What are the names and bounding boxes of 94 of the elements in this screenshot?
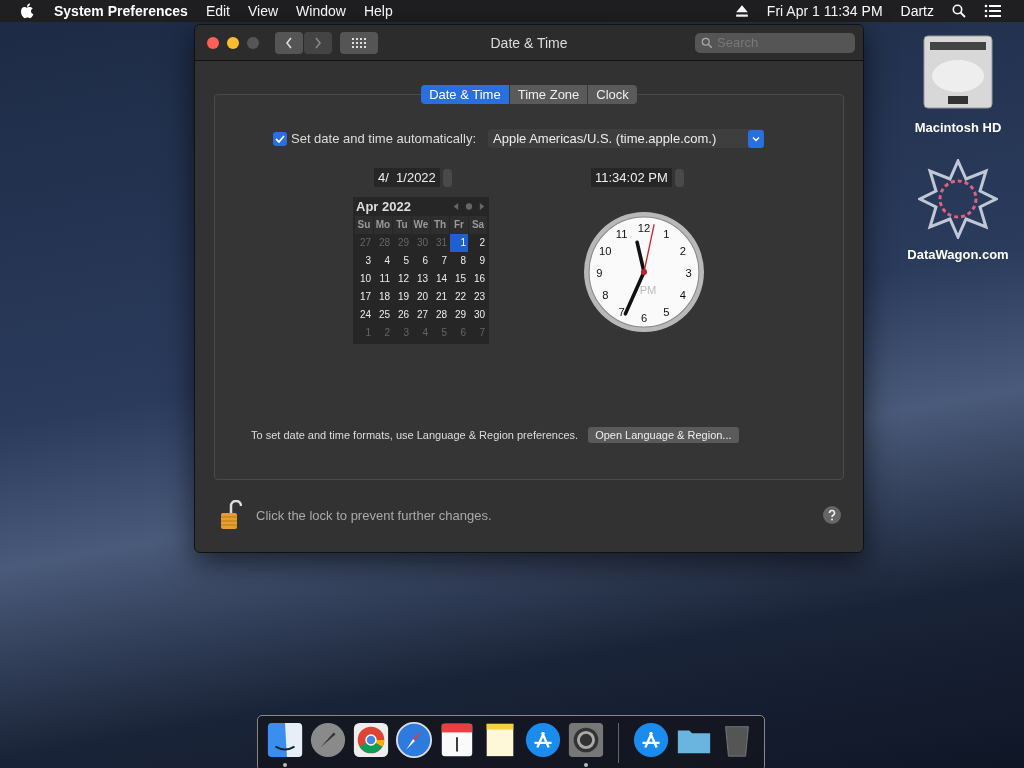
back-button[interactable] [275,31,303,54]
meridiem-label: PM [639,284,657,297]
star-emblem-icon[interactable] [918,159,998,239]
calendar-day[interactable]: 30 [469,306,487,324]
menu-bar-clock[interactable]: Fri Apr 1 11:34 PM [766,3,883,19]
chevron-left-icon [284,35,294,50]
clock-numeral: 12 [637,222,651,235]
list-icon[interactable] [984,4,1002,18]
chevron-right-icon [313,35,323,50]
eject-icon[interactable] [734,4,749,18]
calendar-day[interactable]: 9 [469,252,487,270]
calendar-day[interactable]: 23 [469,288,487,306]
clock-numeral: 1 [663,228,670,241]
apple-logo-icon[interactable] [20,3,34,19]
smiling-face-icon[interactable] [266,721,304,759]
calendar-day[interactable]: 21 [431,288,449,306]
checkbox[interactable] [273,131,287,146]
calendar-day[interactable]: 7 [431,252,449,270]
calendar-day[interactable]: 26 [393,306,411,324]
calendar-day[interactable]: 24 [355,306,373,324]
open-padlock-icon[interactable] [220,500,242,530]
menu-item[interactable]: View [248,3,279,19]
user-menu[interactable]: Dartz [900,3,934,19]
menu-item[interactable]: Help [363,3,393,19]
clock-numeral: 3 [685,267,692,280]
clock-numeral: 9 [596,267,603,280]
calendar-day[interactable]: 5 [393,252,411,270]
weekday-label: We [412,216,430,234]
checkbox-label: Set date and time automatically: [291,131,476,146]
desktop-icon-label[interactable]: DataWagon.com [907,247,1009,262]
open-language-region-button[interactable]: Open Language & Region... [588,427,739,443]
calendar-day[interactable]: 27 [412,306,430,324]
weekday-label: Fr [450,216,468,234]
date-field[interactable]: 4/ 1/2022 [374,168,440,187]
chevron-down-icon [748,129,764,148]
calendar-day[interactable]: 11 [374,270,392,288]
app-store-icon[interactable] [524,721,562,759]
calendar-day[interactable]: 6 [412,252,430,270]
weekday-label: Th [431,216,449,234]
calendar-day[interactable]: 1 [450,234,468,252]
calendar-day[interactable]: 17 [355,288,373,306]
calendar-month: Apr 2022 [356,199,411,214]
menu-item[interactable]: Window [296,3,346,19]
calendar-day[interactable]: 16 [469,270,487,288]
calendar-day[interactable]: 4 [374,252,392,270]
time-server-dropdown[interactable]: Apple Americas/U.S. (time.apple.com.) [488,129,764,148]
clock-numeral: 7 [618,305,625,318]
calendar-day[interactable]: 12 [393,270,411,288]
app-store-icon[interactable] [631,721,670,759]
month-navigation-icon[interactable] [452,202,486,211]
forward-button[interactable] [304,31,332,54]
time-field[interactable]: 11:34:02 PM [591,168,672,187]
calendar-day[interactable]: 8 [450,252,468,270]
calendar-day[interactable]: 25 [374,306,392,324]
tab[interactable]: Date & Time [421,85,510,104]
formats-note: To set date and time formats, use Language & Region preferences. [251,429,579,441]
weekday-label: Sa [469,216,487,234]
compass-icon[interactable] [395,721,433,759]
tab[interactable]: Time Zone [509,85,589,104]
browser-ring-icon[interactable] [352,721,390,759]
calendar-day[interactable]: 15 [450,270,468,288]
search-icon[interactable] [952,4,966,18]
weekday-label: Su [355,216,373,234]
close-button[interactable] [207,36,219,49]
grid-icon [351,36,367,49]
minimize-button[interactable] [227,36,239,49]
help-button[interactable] [823,506,841,524]
window-title: Date & Time [489,34,569,51]
desktop-icon-label[interactable]: Macintosh HD [914,120,1002,135]
calendar-day[interactable]: 14 [431,270,449,288]
calendar-day[interactable]: 19 [393,288,411,306]
clock-numeral: 11 [615,228,628,241]
calendar-day[interactable]: 3 [355,252,373,270]
clock-numeral: 6 [640,311,648,324]
clock-numeral: 4 [679,289,686,302]
tab[interactable]: Clock [588,85,637,104]
calendar-day[interactable]: 10 [355,270,373,288]
clock-numeral: 5 [663,305,670,318]
clock-numeral: 10 [599,244,612,257]
clock-numeral: 2 [679,244,686,257]
clock-numeral: 8 [602,289,609,302]
calendar-day[interactable]: 29 [450,306,468,324]
calendar-day[interactable]: 22 [450,288,468,306]
weekday-label: Mo [374,216,392,234]
calendar-day[interactable]: 18 [374,288,392,306]
calendar-day[interactable]: 2 [469,234,487,252]
calendar-day[interactable]: 20 [412,288,430,306]
calendar-day[interactable]: 28 [431,306,449,324]
app-menu[interactable]: System Preferences [54,3,188,19]
show-all-button[interactable] [340,31,378,54]
calendar-day[interactable]: 13 [412,270,430,288]
weekday-label: Tu [393,216,411,234]
menu-item[interactable]: Edit [205,3,230,19]
lock-message: Click the lock to prevent further changes. [256,507,492,523]
